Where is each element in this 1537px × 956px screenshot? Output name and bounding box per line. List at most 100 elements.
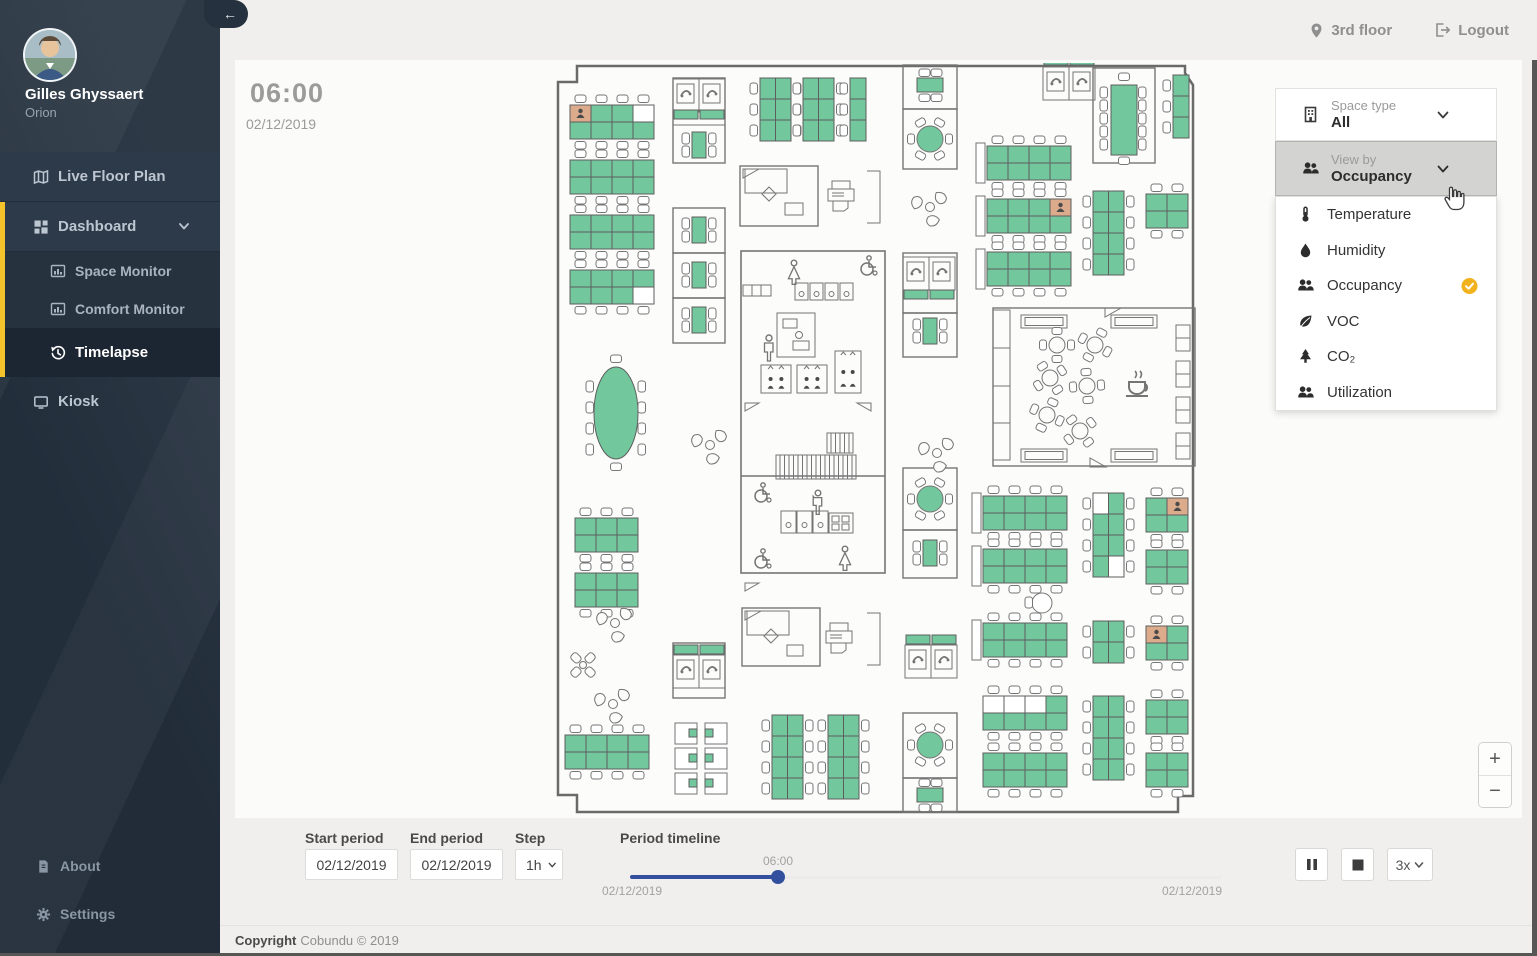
location-pin-icon <box>1309 22 1324 39</box>
sidebar-item-comfort-monitor[interactable]: Comfort Monitor <box>0 290 220 328</box>
bar-chart-icon <box>50 301 66 317</box>
sidebar-item-label: Kiosk <box>58 393 99 410</box>
end-period-label: End period <box>410 830 483 846</box>
chevron-down-icon <box>178 220 190 232</box>
speed-value: 3x <box>1396 857 1411 873</box>
sidebar-item-about[interactable]: About <box>0 842 220 890</box>
speed-select[interactable]: 3x <box>1387 848 1433 881</box>
sidebar-bottom-links: About Settings <box>0 842 220 938</box>
bar-chart-icon <box>50 263 66 279</box>
zoom-in-button[interactable]: + <box>1479 743 1511 775</box>
sidebar-collapse-button[interactable]: ← <box>204 0 248 28</box>
option-utilization[interactable]: Utilization <box>1276 375 1496 411</box>
sidebar: Gilles Ghyssaert Orion Live Floor Plan D… <box>0 0 220 956</box>
droplet-icon <box>1297 242 1314 259</box>
timelapse-icon <box>50 345 66 361</box>
about-label: About <box>60 858 100 874</box>
view-by-options-menu: Temperature Humidity Occupancy <box>1275 196 1497 411</box>
people-icon <box>1297 384 1314 401</box>
chevron-down-icon <box>1414 860 1424 870</box>
space-type-dropdown[interactable]: Space type All <box>1275 88 1497 141</box>
stop-icon <box>1352 859 1364 871</box>
option-label: Occupancy <box>1327 277 1402 294</box>
settings-label: Settings <box>60 906 115 922</box>
leaf-icon <box>1297 313 1314 330</box>
space-type-value: All <box>1331 114 1396 131</box>
timeline-fill <box>630 875 778 879</box>
option-occupancy[interactable]: Occupancy <box>1276 268 1496 304</box>
sidebar-item-dashboard[interactable]: Dashboard <box>0 202 220 252</box>
copyright-text: Cobundu © 2019 <box>300 933 399 948</box>
timeline-slider[interactable]: 06:00 02/12/2019 02/12/2019 <box>630 818 1222 898</box>
logout-label: Logout <box>1458 22 1509 39</box>
tree-icon <box>1297 348 1314 365</box>
option-label: Utilization <box>1327 384 1392 401</box>
sidebar-item-space-monitor[interactable]: Space Monitor <box>0 252 220 290</box>
sidebar-item-label: Timelapse <box>75 344 148 361</box>
building-icon <box>1302 106 1319 123</box>
option-label: VOC <box>1327 313 1360 330</box>
sidebar-item-timelapse[interactable]: Timelapse <box>0 328 220 377</box>
space-type-label: Space type <box>1331 98 1396 113</box>
avatar-image <box>25 30 75 80</box>
pause-icon <box>1306 858 1318 871</box>
logout-button[interactable]: Logout <box>1434 22 1509 39</box>
option-label: Temperature <box>1327 206 1411 223</box>
window-edge-right <box>1532 60 1537 956</box>
floor-selector[interactable]: 3rd floor <box>1309 22 1392 39</box>
chevron-down-icon <box>1436 108 1450 122</box>
sidebar-item-label: Comfort Monitor <box>75 301 185 317</box>
user-name: Gilles Ghyssaert <box>25 86 143 103</box>
end-period-input[interactable] <box>410 849 503 880</box>
view-by-label: View by <box>1331 152 1412 167</box>
people-icon <box>1297 277 1314 294</box>
map-zoom-controls: + − <box>1478 742 1512 808</box>
active-section-accent <box>0 202 5 377</box>
chevron-down-icon <box>1436 162 1450 176</box>
document-icon <box>36 859 51 874</box>
option-label: Humidity <box>1327 242 1385 259</box>
sidebar-item-label: Space Monitor <box>75 263 171 279</box>
sidebar-item-label: Live Floor Plan <box>58 168 166 185</box>
top-header: 3rd floor Logout <box>220 0 1537 60</box>
user-org: Orion <box>25 105 57 120</box>
timeline-time-label: 06:00 <box>763 854 793 868</box>
thermometer-icon <box>1297 206 1314 223</box>
sidebar-item-live-floor-plan[interactable]: Live Floor Plan <box>0 152 220 202</box>
map-icon <box>33 169 49 185</box>
start-period-input[interactable] <box>305 849 398 880</box>
view-by-value: Occupancy <box>1331 168 1412 185</box>
step-select[interactable]: 1h <box>515 849 563 880</box>
sidebar-item-kiosk[interactable]: Kiosk <box>0 377 220 426</box>
sidebar-nav: Live Floor Plan Dashboard <box>0 152 220 426</box>
dashboard-icon <box>33 219 49 235</box>
mouse-cursor <box>1441 186 1465 216</box>
stop-button[interactable] <box>1341 848 1374 881</box>
option-voc[interactable]: VOC <box>1276 304 1496 340</box>
option-label: CO₂ <box>1327 348 1355 365</box>
step-value: 1h <box>526 857 542 873</box>
option-co2[interactable]: CO₂ <box>1276 339 1496 375</box>
option-humidity[interactable]: Humidity <box>1276 233 1496 269</box>
filter-panel: Space type All View by Occupancy <box>1275 88 1497 411</box>
gear-icon <box>36 907 51 922</box>
current-time: 06:00 <box>250 78 324 109</box>
playback-controls-bar: Start period End period Step 1h Period t… <box>220 818 1537 925</box>
floor-plan[interactable] <box>545 63 1225 815</box>
sidebar-item-settings[interactable]: Settings <box>0 890 220 938</box>
pause-button[interactable] <box>1295 848 1328 881</box>
timeline-end-date: 02/12/2019 <box>1162 884 1222 898</box>
sidebar-item-label: Dashboard <box>58 218 136 235</box>
step-label: Step <box>515 830 545 846</box>
collapse-arrow-icon: ← <box>223 6 237 22</box>
footer: CopyrightCobundu © 2019 <box>220 925 1537 953</box>
timeline-handle[interactable] <box>771 870 785 884</box>
avatar <box>23 28 77 82</box>
floor-label: 3rd floor <box>1331 22 1392 39</box>
people-icon <box>1302 160 1319 177</box>
user-profile: Gilles Ghyssaert Orion <box>0 0 220 152</box>
current-date: 02/12/2019 <box>246 116 316 132</box>
chevron-down-icon <box>548 860 556 870</box>
logout-icon <box>1434 22 1451 38</box>
zoom-out-button[interactable]: − <box>1479 775 1511 807</box>
